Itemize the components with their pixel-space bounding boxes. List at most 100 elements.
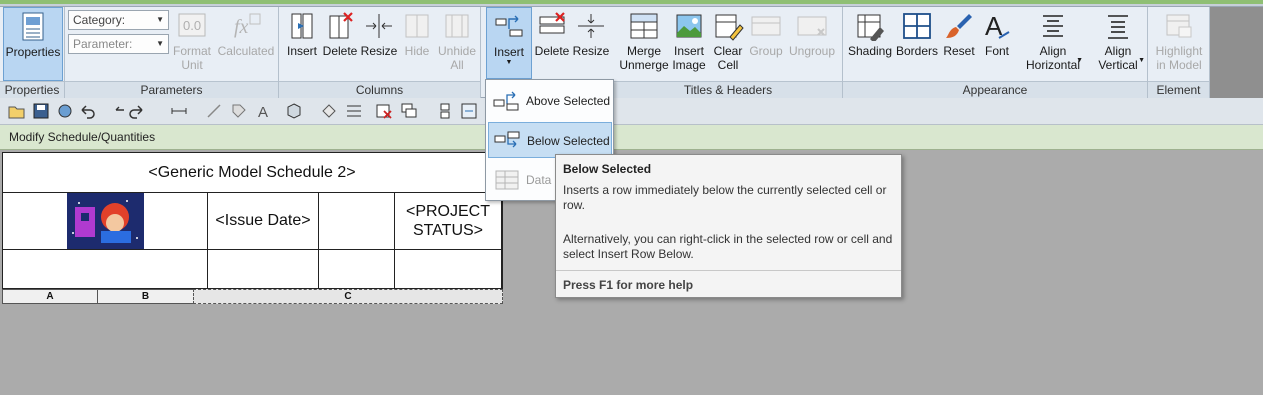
schedule-title: <Generic Model Schedule 2> bbox=[148, 163, 356, 181]
issue-date-cell[interactable]: <Issue Date> bbox=[208, 193, 319, 250]
group-label-properties: Properties bbox=[0, 81, 64, 98]
text-icon[interactable]: A bbox=[255, 102, 273, 120]
merge-icon bbox=[628, 11, 660, 41]
clear-cell-button[interactable]: Clear Cell bbox=[709, 7, 747, 81]
chevron-down-icon: ▼ bbox=[1076, 57, 1083, 64]
column-header-b[interactable]: B bbox=[97, 289, 194, 304]
group-parameters: Category: ▼ Parameter: ▼ 0.0 Format Unit… bbox=[65, 7, 279, 98]
group-button[interactable]: Group bbox=[747, 7, 785, 81]
quick-access-toolbar: A bbox=[0, 98, 1263, 125]
merge-unmerge-button[interactable]: Merge Unmerge bbox=[619, 7, 669, 81]
font-icon: A bbox=[981, 11, 1013, 41]
menu-item-label: Above Selected bbox=[526, 94, 611, 108]
highlight-icon bbox=[1163, 11, 1195, 41]
column-delete-button[interactable]: Delete bbox=[321, 7, 359, 81]
save-icon[interactable] bbox=[32, 102, 50, 120]
table-row-cell[interactable] bbox=[208, 250, 319, 289]
row-resize-label: Resize bbox=[572, 44, 610, 58]
insert-column-icon bbox=[286, 11, 318, 41]
project-status-cell[interactable]: <PROJECT STATUS> bbox=[395, 193, 502, 250]
undo-dropdown-icon[interactable] bbox=[110, 102, 128, 120]
open-icon[interactable] bbox=[8, 102, 26, 120]
row-insert-label: Insert bbox=[493, 45, 524, 59]
table-row-cell[interactable] bbox=[395, 250, 502, 289]
column-resize-button[interactable]: Resize bbox=[359, 7, 399, 81]
3d-view-icon[interactable] bbox=[285, 102, 303, 120]
menu-item-label: Below Selected bbox=[527, 134, 610, 148]
column-insert-button[interactable]: Insert bbox=[283, 7, 321, 81]
tooltip-divider bbox=[556, 270, 901, 271]
svg-text:fx: fx bbox=[234, 16, 249, 38]
properties-button[interactable]: Properties bbox=[3, 7, 63, 81]
table-row-cell[interactable] bbox=[319, 250, 395, 289]
undo-icon[interactable] bbox=[78, 102, 96, 120]
chevron-down-icon: ▼ bbox=[156, 15, 164, 24]
reset-button[interactable]: Reset bbox=[940, 7, 978, 81]
customize-toolbar-icon[interactable] bbox=[460, 102, 478, 120]
delete-column-icon bbox=[324, 11, 356, 41]
column-header-c[interactable]: C bbox=[193, 289, 503, 304]
section-icon[interactable] bbox=[320, 102, 338, 120]
font-label: Font bbox=[984, 44, 1009, 58]
parameter-combo-label: Parameter: bbox=[73, 37, 133, 51]
tag-icon[interactable] bbox=[230, 102, 248, 120]
group-icon bbox=[750, 11, 782, 41]
empty-cell[interactable] bbox=[319, 193, 395, 250]
row-insert-button[interactable]: Insert ▼ bbox=[486, 7, 532, 79]
schedule-title-cell[interactable]: <Generic Model Schedule 2> bbox=[3, 153, 502, 193]
clear-cell-icon bbox=[712, 11, 744, 41]
project-status-line1: <PROJECT bbox=[405, 203, 490, 220]
group-label-parameters: Parameters bbox=[65, 81, 278, 98]
category-combo[interactable]: Category: ▼ bbox=[68, 10, 169, 30]
redo-icon[interactable] bbox=[128, 102, 146, 120]
ungroup-icon bbox=[796, 11, 828, 41]
row-resize-button[interactable]: Resize bbox=[571, 7, 611, 81]
ribbon: Properties Properties Category: ▼ Parame… bbox=[0, 0, 1263, 98]
ungroup-button[interactable]: Ungroup bbox=[786, 7, 838, 81]
group-label-titles-headers: Titles & Headers bbox=[614, 81, 842, 98]
delete-row-icon bbox=[536, 11, 568, 41]
measure-icon[interactable] bbox=[170, 102, 188, 120]
group-label: Group bbox=[749, 44, 783, 58]
align-h-label-2: Horizontal bbox=[1025, 58, 1081, 72]
align-horizontal-button[interactable]: Align Horizontal ▼ bbox=[1021, 7, 1085, 81]
borders-button[interactable]: Borders bbox=[895, 7, 939, 81]
borders-icon bbox=[901, 11, 933, 41]
unhide-column-icon bbox=[441, 11, 473, 41]
align-vertical-button[interactable]: Align Vertical ▼ bbox=[1091, 7, 1145, 81]
column-unhide-all-button[interactable]: Unhide All bbox=[436, 7, 478, 81]
resize-row-icon bbox=[575, 11, 607, 41]
issue-date: <Issue Date> bbox=[215, 212, 311, 229]
function-icon: fx bbox=[230, 11, 262, 41]
highlight-in-model-button[interactable]: Highlight in Model bbox=[1151, 7, 1207, 81]
image-cell[interactable] bbox=[3, 193, 208, 250]
insert-image-button[interactable]: Insert Image bbox=[669, 7, 709, 81]
insert-above-icon bbox=[493, 91, 519, 111]
ribbon-empty-area bbox=[1210, 7, 1263, 98]
table-row-cell[interactable] bbox=[3, 250, 208, 289]
close-hidden-windows-icon[interactable] bbox=[375, 102, 393, 120]
image-icon bbox=[673, 11, 705, 41]
col-delete-label: Delete bbox=[322, 44, 358, 58]
calculated-button[interactable]: fx Calculated bbox=[215, 7, 277, 81]
tooltip-body-2: Alternatively, you can right-click in th… bbox=[563, 232, 893, 261]
column-header-a[interactable]: A bbox=[2, 289, 98, 304]
font-button[interactable]: A Font bbox=[978, 7, 1016, 81]
switch-windows-icon[interactable] bbox=[400, 102, 418, 120]
tile-windows-icon[interactable] bbox=[436, 102, 454, 120]
thin-lines-icon[interactable] bbox=[345, 102, 363, 120]
paintbrush-icon bbox=[943, 11, 975, 41]
dimension-icon[interactable] bbox=[205, 102, 223, 120]
sync-icon[interactable] bbox=[56, 102, 74, 120]
properties-label: Properties bbox=[5, 45, 61, 59]
group-label-element: Element bbox=[1148, 81, 1209, 98]
row-delete-button[interactable]: Delete bbox=[533, 7, 571, 81]
col-hide-label: Hide bbox=[404, 44, 430, 58]
menu-item-above-selected[interactable]: Above Selected bbox=[488, 83, 612, 119]
group-element: Highlight in Model Element bbox=[1148, 7, 1210, 98]
parameter-combo[interactable]: Parameter: ▼ bbox=[68, 34, 169, 54]
shading-button[interactable]: Shading bbox=[846, 7, 894, 81]
column-hide-button[interactable]: Hide bbox=[399, 7, 435, 81]
format-unit-button[interactable]: 0.0 Format Unit bbox=[171, 7, 213, 81]
menu-item-below-selected[interactable]: Below Selected bbox=[488, 122, 612, 158]
